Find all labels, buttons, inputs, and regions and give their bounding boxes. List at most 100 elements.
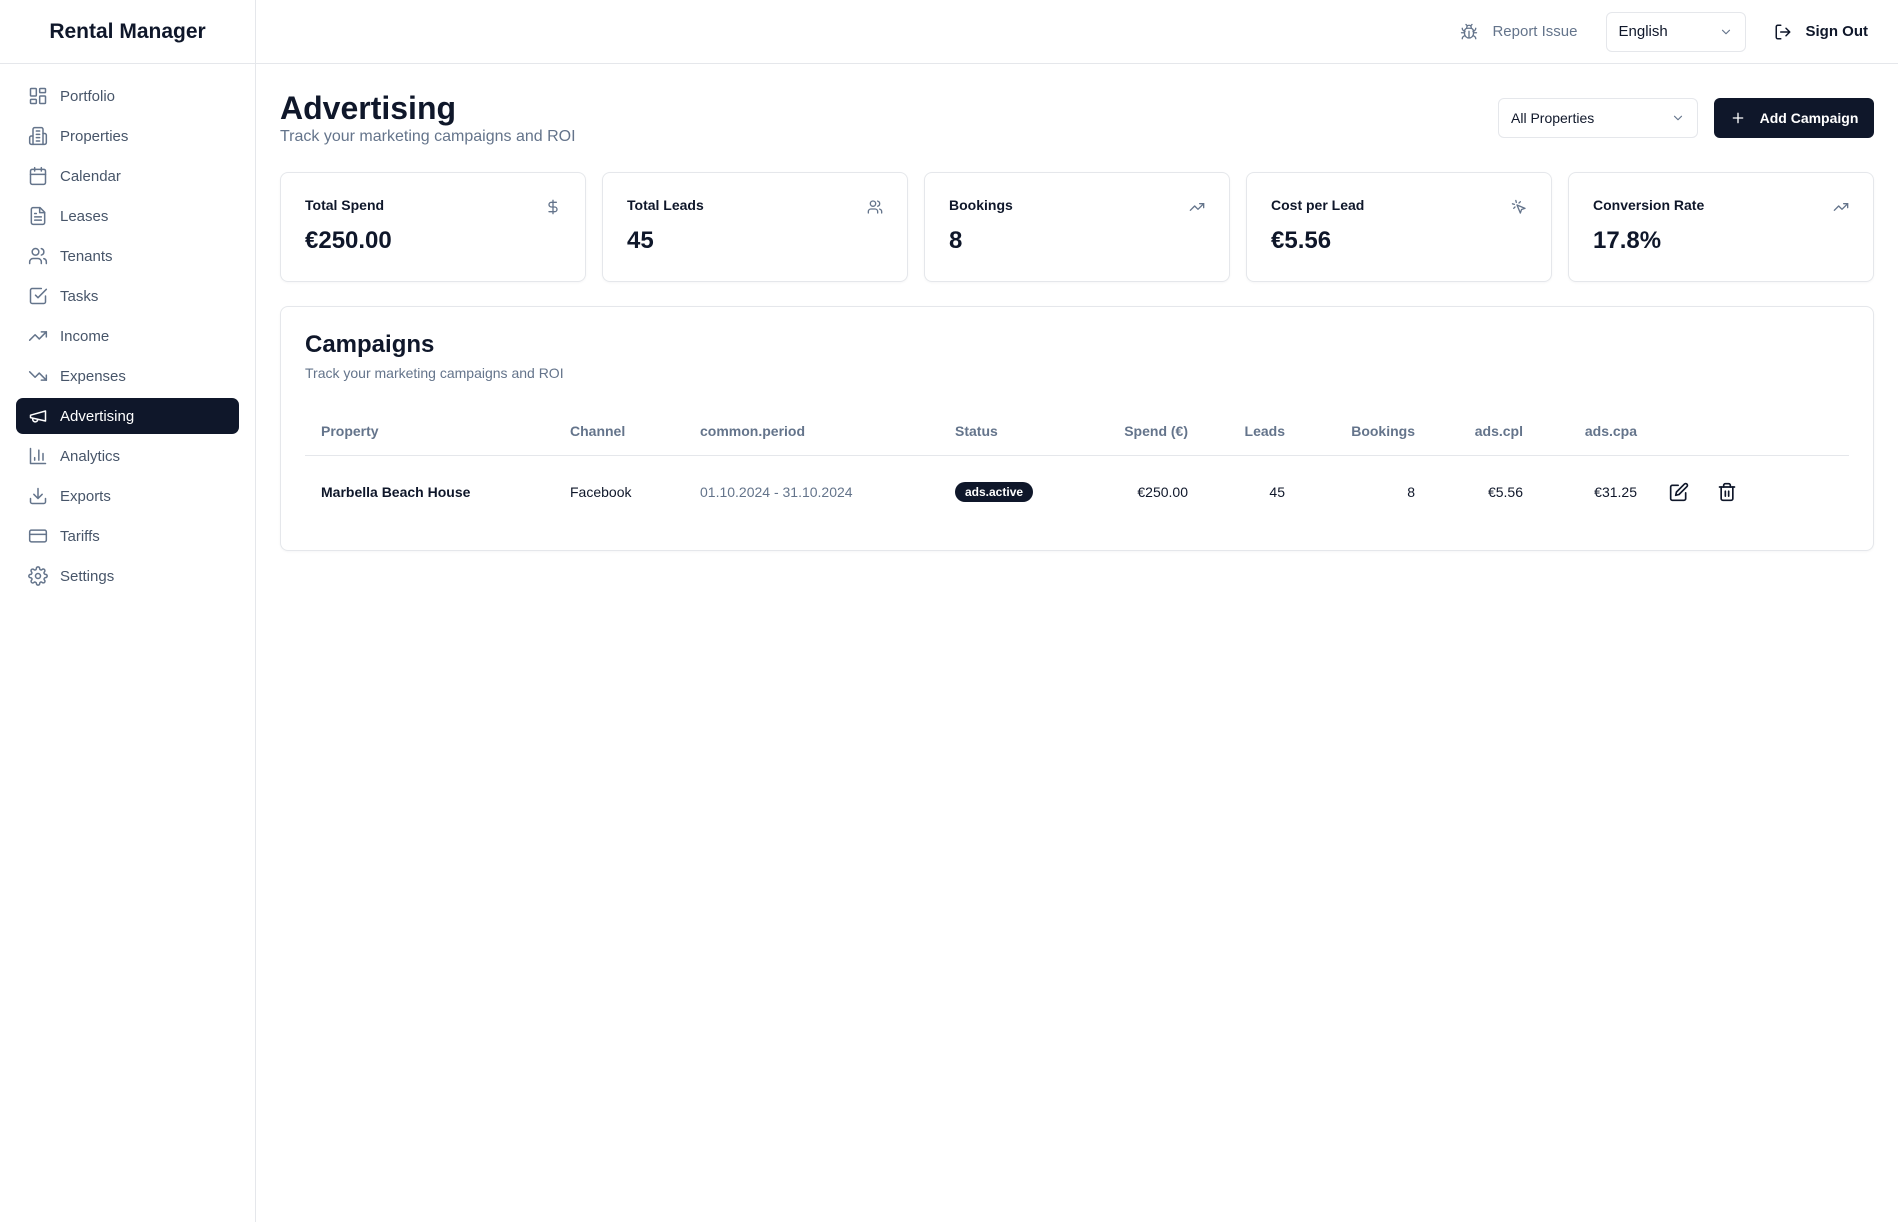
column-header-bookings: Bookings	[1301, 407, 1431, 456]
stats-row: Total Spend €250.00 Total Leads 45 Booki…	[280, 172, 1874, 282]
campaigns-panel: Campaigns Track your marketing campaigns…	[280, 306, 1874, 551]
cell-period: 01.10.2024 - 31.10.2024	[700, 484, 853, 501]
plus-icon	[1732, 112, 1743, 124]
column-header-cpl: ads.cpl	[1431, 407, 1539, 456]
sidebar-item-properties[interactable]: Properties	[16, 118, 239, 154]
column-header-spend: Spend (€)	[1084, 407, 1204, 456]
bar-chart-icon	[29, 447, 47, 465]
cell-cpa: €31.25	[1594, 484, 1637, 501]
cell-actions	[1653, 455, 1849, 529]
sidebar-item-advertising[interactable]: Advertising	[16, 398, 239, 434]
sign-out-button[interactable]: Sign Out	[1774, 23, 1869, 41]
cell-status: ads.active	[939, 455, 1084, 529]
table-header: Property Channel common.period Status Sp…	[305, 407, 1849, 456]
page-subtitle: Track your marketing campaigns and ROI	[280, 128, 576, 145]
stat-label: Cost per Lead	[1271, 197, 1365, 213]
chevron-down-icon	[1721, 29, 1730, 34]
sidebar-item-label: Portfolio	[60, 87, 116, 105]
stat-value: €250.00	[305, 227, 392, 254]
sidebar-item-leases[interactable]: Leases	[16, 198, 239, 234]
column-header-cpa: ads.cpa	[1539, 407, 1653, 456]
stat-card-total-spend: Total Spend €250.00	[280, 172, 586, 282]
sidebar: Rental Manager Portfolio Properties Cale…	[0, 0, 256, 1222]
stat-value: 8	[949, 227, 963, 254]
add-campaign-label: Add Campaign	[1759, 110, 1859, 126]
stat-card-conversion-rate: Conversion Rate 17.8%	[1568, 172, 1874, 282]
dollar-icon	[548, 199, 558, 215]
sign-out-label: Sign Out	[1805, 23, 1869, 40]
app-title: Rental Manager	[0, 0, 255, 64]
add-campaign-button[interactable]: Add Campaign	[1714, 98, 1874, 138]
property-filter-value: All Properties	[1511, 110, 1595, 126]
page-title: Advertising	[280, 90, 457, 126]
document-icon	[30, 206, 46, 226]
building-icon	[28, 126, 48, 146]
edit-icon[interactable]	[1669, 482, 1689, 502]
sidebar-item-tariffs[interactable]: Tariffs	[16, 518, 239, 554]
sidebar-item-tenants[interactable]: Tenants	[16, 238, 239, 274]
language-select[interactable]: English	[1605, 11, 1746, 52]
bug-icon	[1461, 23, 1478, 39]
sidebar-item-label: Tasks	[60, 287, 99, 305]
campaigns-title: Campaigns	[305, 331, 435, 358]
sidebar-item-settings[interactable]: Settings	[16, 558, 239, 594]
stat-label: Total Spend	[305, 197, 385, 213]
chevron-down-icon	[1673, 115, 1683, 121]
column-header-status: Status	[939, 407, 1084, 456]
sidebar-nav: Portfolio Properties Calendar Leases Ten…	[0, 64, 255, 594]
stat-label: Bookings	[949, 197, 1013, 213]
column-header-property: Property	[305, 407, 554, 456]
top-bar: Report Issue English Sign Out	[256, 0, 1898, 64]
stat-label: Total Leads	[627, 197, 704, 213]
checkbox-icon	[29, 287, 48, 305]
column-header-period: common.period	[684, 407, 939, 456]
sidebar-item-label: Settings	[60, 567, 115, 585]
sidebar-item-expenses[interactable]: Expenses	[16, 358, 239, 394]
report-issue-button[interactable]: Report Issue	[1460, 23, 1578, 41]
stat-value: 45	[627, 227, 654, 254]
logout-icon	[1775, 24, 1790, 39]
cell-leads: 45	[1269, 484, 1285, 501]
stat-label: Conversion Rate	[1593, 197, 1705, 213]
sidebar-item-label: Analytics	[60, 447, 121, 465]
grid-icon	[29, 87, 47, 105]
cell-bookings: 8	[1407, 484, 1415, 501]
sidebar-item-tasks[interactable]: Tasks	[16, 278, 239, 314]
sidebar-item-income[interactable]: Income	[16, 318, 239, 354]
credit-card-icon	[28, 529, 48, 543]
users-icon	[28, 247, 48, 265]
calendar-icon	[29, 166, 47, 186]
megaphone-icon	[29, 410, 47, 423]
sidebar-item-label: Tenants	[60, 247, 113, 265]
trending-up-icon	[1189, 203, 1205, 211]
users-icon	[867, 200, 883, 214]
cell-cpl: €5.56	[1487, 484, 1523, 501]
trending-down-icon	[28, 371, 48, 381]
stat-card-cost-per-lead: Cost per Lead €5.56	[1246, 172, 1552, 282]
sidebar-item-label: Income	[60, 327, 110, 345]
main-content: Advertising Track your marketing campaig…	[280, 64, 1874, 551]
sidebar-item-label: Properties	[60, 127, 129, 145]
sidebar-item-analytics[interactable]: Analytics	[16, 438, 239, 474]
sidebar-item-label: Tariffs	[60, 527, 100, 545]
trash-icon[interactable]	[1717, 482, 1737, 502]
trending-up-icon	[1833, 203, 1849, 211]
sidebar-item-portfolio[interactable]: Portfolio	[16, 78, 239, 114]
sidebar-item-label: Leases	[60, 207, 109, 225]
app-root: Rental Manager Portfolio Properties Cale…	[0, 0, 1898, 1222]
stat-card-total-leads: Total Leads 45	[602, 172, 908, 282]
property-filter-select[interactable]: All Properties	[1498, 98, 1698, 138]
cursor-click-icon	[1511, 199, 1526, 214]
sidebar-item-calendar[interactable]: Calendar	[16, 158, 239, 194]
stat-card-bookings: Bookings 8	[924, 172, 1230, 282]
sidebar-item-exports[interactable]: Exports	[16, 478, 239, 514]
trending-up-icon	[28, 331, 48, 341]
cell-spend: €250.00	[1137, 484, 1188, 501]
column-header-actions	[1653, 407, 1849, 456]
column-header-leads: Leads	[1204, 407, 1301, 456]
cell-property: Marbella Beach House	[321, 484, 471, 501]
cell-channel: Facebook	[570, 484, 632, 501]
download-icon	[29, 487, 47, 505]
status-badge: ads.active	[955, 482, 1034, 503]
table-header-row: Property Channel common.period Status Sp…	[305, 407, 1849, 456]
